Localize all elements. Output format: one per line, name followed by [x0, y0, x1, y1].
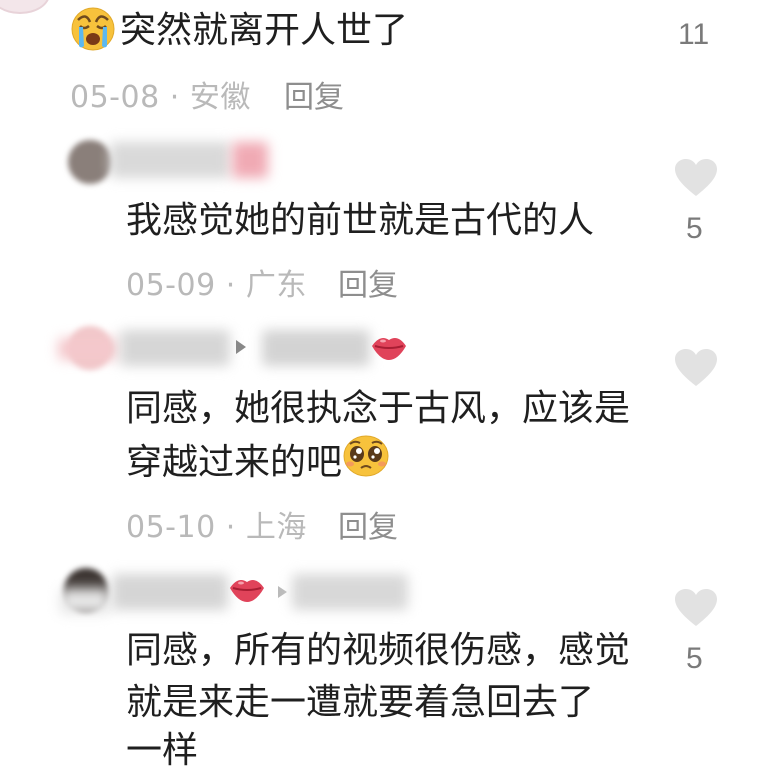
username-badge [232, 142, 268, 178]
crying-face-icon [70, 6, 116, 56]
reply-button[interactable]: 回复 [338, 260, 398, 304]
separator-dot: · [169, 80, 180, 115]
comment-location: 上海 [245, 510, 307, 545]
reply-button[interactable]: 回复 [284, 72, 344, 116]
username-badge [60, 588, 110, 614]
reply-button[interactable]: 回复 [338, 502, 398, 546]
comment-text: 我感觉她的前世就是古代的人 [126, 200, 595, 241]
comment-location: 广东 [245, 268, 307, 303]
avatar[interactable] [68, 140, 112, 184]
username-badge [58, 338, 118, 360]
heart-icon[interactable] [674, 348, 718, 388]
comment-date: 05-08 [70, 80, 160, 115]
comment-text: 突然就离开人世了 [120, 10, 409, 51]
comment-text-line: 穿越过来的吧 [126, 442, 343, 483]
username[interactable] [110, 142, 230, 178]
separator-dot: · [225, 268, 236, 303]
comment-text-line: 一样 [126, 730, 199, 771]
heart-icon[interactable] [674, 588, 718, 628]
avatar [0, 0, 50, 14]
comment-date: 05-10 [126, 510, 216, 545]
reply-arrow-icon [236, 340, 246, 354]
comment-text-line: 就是来走一遭就要着急回去了 [126, 682, 595, 723]
reply-to-username[interactable] [262, 330, 370, 366]
comment-text-line: 同感，她很执念于古风，应该是 [126, 388, 631, 429]
lips-icon [228, 572, 266, 610]
comment-text-line: 同感，所有的视频很伤感，感觉 [126, 630, 631, 671]
username[interactable] [120, 330, 230, 366]
like-count: 5 [686, 642, 703, 675]
comment-date: 05-09 [126, 268, 216, 303]
reply-to-username[interactable] [292, 574, 408, 610]
separator-dot: · [225, 510, 236, 545]
pleading-face-icon [342, 434, 390, 494]
like-count: 5 [686, 212, 703, 245]
like-count: 11 [678, 18, 710, 51]
comment-location: 安徽 [189, 80, 251, 115]
reply-arrow-icon [278, 586, 287, 598]
username[interactable] [112, 574, 228, 610]
lips-icon [370, 330, 408, 368]
heart-icon[interactable] [674, 158, 718, 198]
